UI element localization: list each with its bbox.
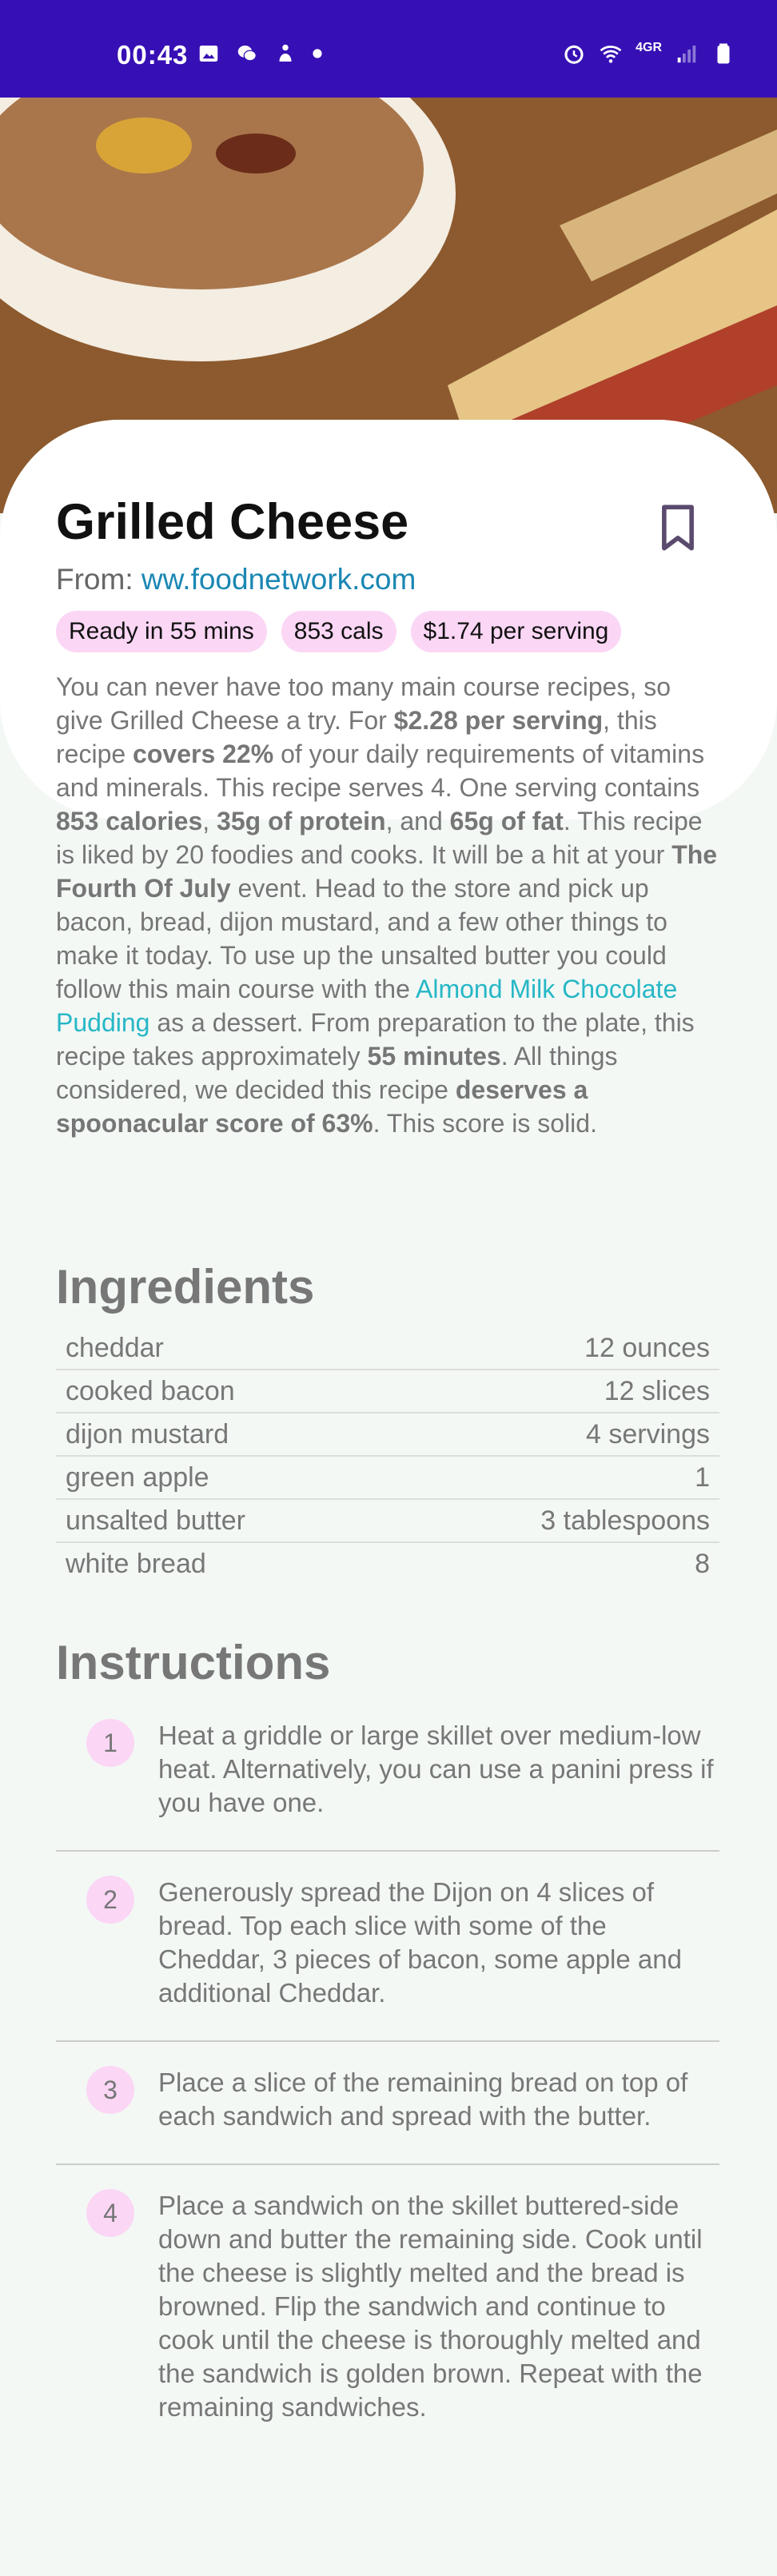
price-chip: $1.74 per serving: [410, 611, 622, 652]
ingredient-amount: 12 slices: [604, 1376, 710, 1406]
summary-text: ,: [202, 807, 217, 835]
gallery-icon: [199, 46, 218, 62]
ingredient-row: unsalted butter 3 tablespoons: [56, 1500, 719, 1543]
instruction-step: 1 Heat a griddle or large skillet over m…: [56, 1695, 719, 1852]
baby-icon: [279, 44, 292, 62]
ingredient-name: green apple: [66, 1462, 209, 1493]
summary-bold: 55 minutes: [367, 1042, 501, 1071]
status-bar: 00:43 4GR: [0, 0, 777, 98]
ingredient-amount: 4 servings: [586, 1419, 710, 1449]
ingredient-row: cheddar 12 ounces: [56, 1327, 719, 1370]
wechat-icon: [237, 46, 257, 62]
step-number-badge: 3: [86, 2066, 134, 2114]
ingredient-name: cheddar: [66, 1333, 164, 1363]
ingredient-amount: 12 ounces: [584, 1333, 710, 1363]
status-right-icons: 4GR: [562, 41, 735, 66]
signal-icon: [677, 46, 696, 63]
ingredient-amount: 1: [695, 1462, 710, 1493]
recipe-source: From: ww.foodnetwork.com: [56, 563, 719, 596]
source-link[interactable]: ww.foodnetwork.com: [141, 563, 416, 596]
summary-bold: covers 22%: [133, 740, 274, 768]
ingredient-name: white bread: [66, 1549, 206, 1579]
wifi-icon: [600, 46, 622, 63]
ingredient-row: white bread 8: [56, 1543, 719, 1585]
ingredient-row: green apple 1: [56, 1457, 719, 1500]
recipe-summary: You can never have too many main course …: [56, 670, 719, 1140]
step-text: Generously spread the Dijon on 4 slices …: [158, 1877, 682, 2008]
ingredient-name: cooked bacon: [66, 1376, 235, 1406]
ready-time-chip: Ready in 55 mins: [56, 611, 267, 652]
step-text: Heat a griddle or large skillet over med…: [158, 1721, 714, 1817]
status-time: 00:43: [117, 40, 189, 70]
step-number-badge: 2: [86, 1876, 134, 1924]
ingredient-name: dijon mustard: [66, 1419, 229, 1449]
battery-icon: [717, 43, 730, 64]
instruction-step: 2 Generously spread the Dijon on 4 slice…: [56, 1852, 719, 2042]
status-left-icons: [197, 42, 323, 66]
ingredient-amount: 3 tablespoons: [540, 1505, 710, 1536]
ingredient-amount: 8: [695, 1549, 710, 1579]
instruction-step: 4 Place a sandwich on the skillet butter…: [56, 2165, 719, 2454]
step-text: Place a slice of the remaining bread on …: [158, 2068, 688, 2131]
recipe-chips: Ready in 55 mins 853 cals $1.74 per serv…: [56, 611, 719, 652]
calories-chip: 853 cals: [281, 611, 396, 652]
ingredient-name: unsalted butter: [66, 1505, 245, 1536]
summary-text: . This score is solid.: [373, 1109, 597, 1138]
instructions-section: Instructions 1 Heat a griddle or large s…: [56, 1631, 719, 2454]
network-type: 4GR: [636, 41, 662, 54]
ingredient-row: cooked bacon 12 slices: [56, 1370, 719, 1414]
summary-bold: 65g of fat: [449, 807, 564, 835]
bookmark-icon[interactable]: [657, 504, 699, 552]
step-number-badge: 1: [86, 1719, 134, 1767]
alarm-icon: [564, 45, 584, 64]
ingredients-section: Ingredients cheddar 12 ounces cooked baco…: [56, 1255, 719, 1585]
instructions-title: Instructions: [56, 1636, 331, 1689]
ingredients-title: Ingredients: [56, 1260, 315, 1314]
summary-bold: $2.28 per serving: [393, 706, 604, 735]
step-number-badge: 4: [86, 2189, 134, 2237]
source-prefix: From:: [56, 563, 141, 596]
recipe-details: Grilled Cheese From: ww.foodnetwork.com …: [56, 488, 719, 1140]
summary-bold: 853 calories: [56, 807, 203, 835]
instruction-step: 3 Place a slice of the remaining bread o…: [56, 2042, 719, 2165]
dot-icon: [313, 49, 322, 58]
summary-text: , and: [385, 807, 450, 835]
step-text: Place a sandwich on the skillet buttered…: [158, 2191, 703, 2422]
summary-bold: 35g of protein: [217, 807, 386, 835]
ingredient-row: dijon mustard 4 servings: [56, 1414, 719, 1457]
recipe-title: Grilled Cheese: [56, 494, 409, 550]
